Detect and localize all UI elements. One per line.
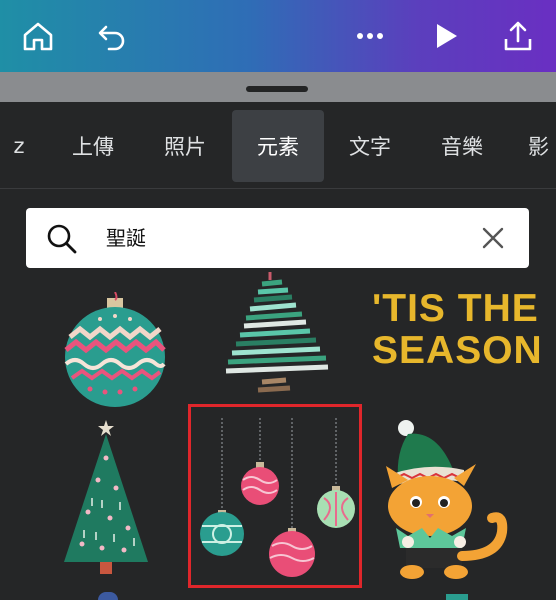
partial-result-item[interactable]: [446, 594, 468, 600]
partial-result-item[interactable]: [98, 592, 118, 600]
undo-icon: [98, 25, 125, 51]
editor-toolbar: [0, 0, 556, 72]
tab-photos[interactable]: 照片: [140, 110, 230, 182]
tis-the-season-text[interactable]: 'TIS THE SEASON: [372, 288, 542, 372]
home-button[interactable]: [20, 18, 56, 54]
close-icon[interactable]: [481, 226, 505, 250]
ribbon-christmas-tree-graphic[interactable]: [222, 270, 332, 400]
tab-text[interactable]: 文字: [325, 110, 415, 182]
search-icon: [47, 224, 77, 254]
tab-partial-right[interactable]: 影: [528, 110, 556, 182]
play-icon: [437, 24, 457, 48]
tab-label: z: [13, 134, 25, 158]
tab-uploads[interactable]: 上傳: [48, 110, 138, 182]
season-line-2: SEASON: [372, 329, 543, 372]
ornament-ball-graphic[interactable]: [60, 292, 170, 412]
tab-label: 上傳: [72, 135, 114, 159]
play-button[interactable]: [428, 18, 464, 54]
tab-label: 文字: [349, 135, 391, 159]
share-icon: [504, 21, 532, 51]
drag-handle[interactable]: [246, 86, 308, 92]
tab-music[interactable]: 音樂: [416, 110, 508, 182]
christmas-tree-graphic[interactable]: [62, 418, 152, 578]
home-icon: [23, 22, 53, 51]
share-button[interactable]: [500, 18, 536, 54]
tab-label: 照片: [164, 135, 206, 159]
more-button[interactable]: [352, 18, 388, 54]
search-bar[interactable]: 聖誕: [26, 208, 529, 268]
tab-elements[interactable]: 元素: [232, 110, 324, 182]
tab-label: 元素: [257, 135, 299, 159]
elf-cat-graphic[interactable]: [378, 416, 528, 586]
undo-button[interactable]: [94, 18, 130, 54]
more-icon: [357, 33, 383, 39]
search-input[interactable]: 聖誕: [106, 208, 146, 268]
tab-partial-left[interactable]: z: [0, 110, 38, 182]
tab-label: 影: [528, 135, 549, 159]
season-line-1: 'TIS THE: [372, 287, 539, 330]
panel-tabs: z 上傳 照片 元素 文字 音樂 影: [0, 102, 556, 189]
selection-highlight: [188, 404, 362, 588]
tab-label: 音樂: [441, 135, 483, 159]
